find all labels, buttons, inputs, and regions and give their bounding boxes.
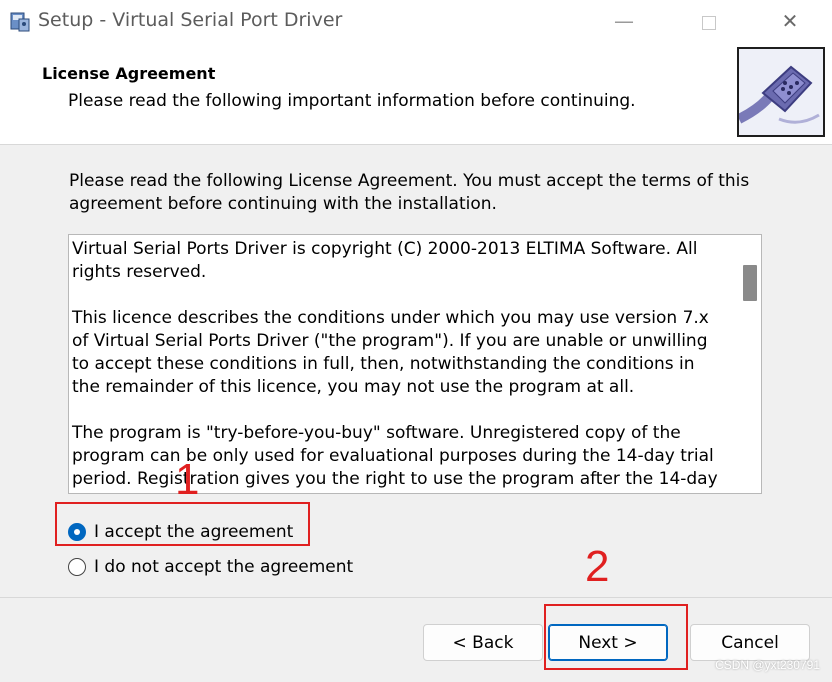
license-instruction: Please read the following License Agreem… — [69, 171, 750, 214]
annotation-box-next — [544, 604, 688, 670]
license-scrollbar[interactable] — [737, 235, 761, 493]
close-icon: ✕ — [781, 9, 799, 33]
license-paragraph: The program is "try-before-you-buy" soft… — [72, 423, 718, 493]
window-title: Setup - Virtual Serial Port Driver — [38, 9, 343, 31]
annotation-box-accept — [55, 502, 310, 546]
license-paragraph: This licence describes the conditions un… — [72, 308, 709, 397]
minimize-icon: — — [614, 9, 634, 33]
annotation-number-1: 1 — [175, 455, 200, 504]
title-bar: Setup - Virtual Serial Port Driver — ✕ — [0, 0, 832, 42]
setup-installer-icon[interactable] — [8, 9, 32, 33]
license-text-box[interactable]: Virtual Serial Ports Driver is copyright… — [68, 234, 762, 494]
close-button[interactable]: ✕ — [760, 0, 820, 42]
maximize-icon — [702, 15, 716, 30]
license-paragraph: Virtual Serial Ports Driver is copyright… — [72, 239, 698, 282]
watermark: CSDN @yxt230791 — [715, 658, 820, 672]
page-title: License Agreement — [42, 64, 216, 83]
back-button[interactable]: < Back — [423, 624, 543, 661]
page-subtitle: Please read the following important info… — [68, 91, 636, 111]
decline-label[interactable]: I do not accept the agreement — [94, 557, 353, 577]
maximize-button[interactable] — [679, 0, 739, 42]
cancel-button[interactable]: Cancel — [690, 624, 810, 661]
decline-radio[interactable] — [68, 558, 86, 576]
footer-divider — [0, 597, 832, 598]
wizard-header: License Agreement Please read the follow… — [0, 42, 832, 145]
serial-port-connector-icon — [737, 47, 825, 137]
minimize-button[interactable]: — — [594, 0, 654, 42]
annotation-number-2: 2 — [585, 542, 610, 591]
license-text: Virtual Serial Ports Driver is copyright… — [72, 238, 722, 493]
scrollbar-thumb[interactable] — [743, 265, 757, 301]
decline-option[interactable]: I do not accept the agreement — [68, 554, 353, 580]
